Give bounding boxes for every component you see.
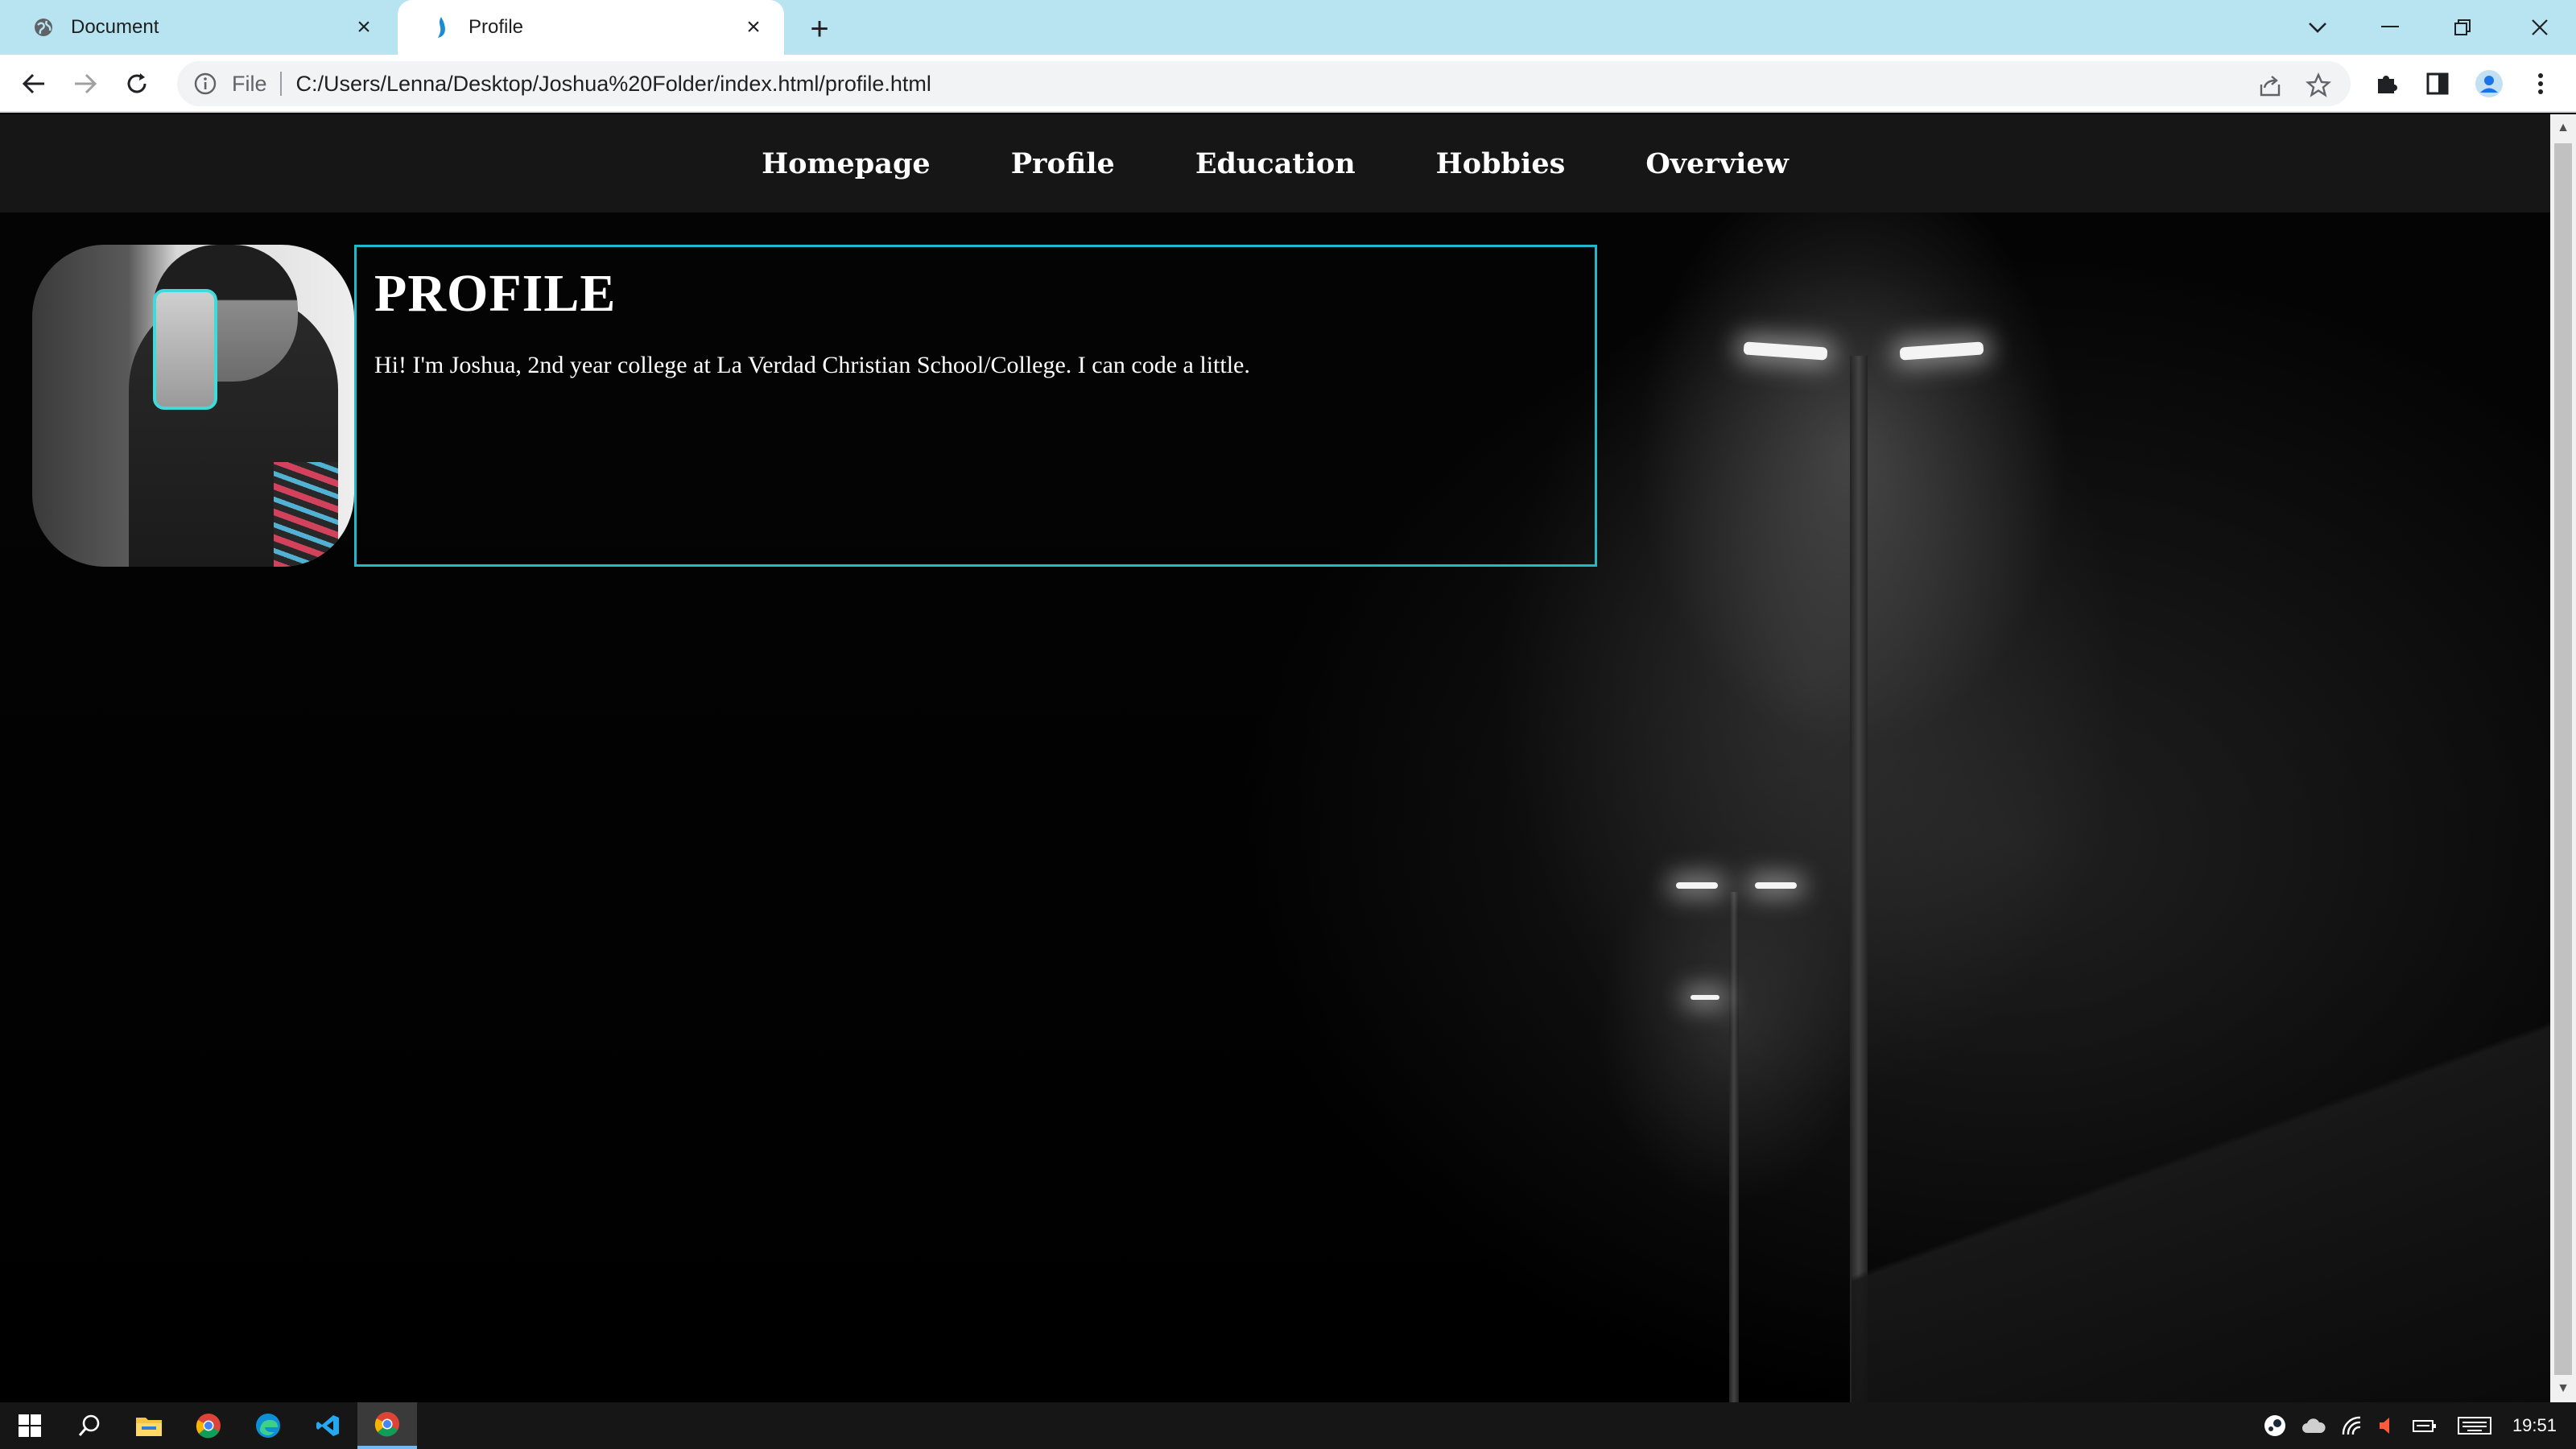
close-window-icon[interactable]	[2504, 0, 2576, 55]
nav-homepage[interactable]: Homepage	[762, 147, 931, 180]
profile-description: Hi! I'm Joshua, 2nd year college at La V…	[374, 352, 1250, 378]
photo-sleeve	[274, 462, 338, 567]
reload-icon[interactable]	[119, 66, 155, 101]
battery-icon[interactable]	[2407, 1402, 2442, 1449]
nav-overview[interactable]: Overview	[1645, 147, 1789, 180]
share-icon[interactable]	[2256, 71, 2285, 100]
volume-muted-icon[interactable]	[2370, 1402, 2405, 1449]
info-icon[interactable]	[193, 72, 217, 96]
back-arrow-icon[interactable]	[16, 66, 52, 101]
profile-card: PROFILE Hi! I'm Joshua, 2nd year college…	[354, 245, 1597, 567]
chrome-icon[interactable]	[179, 1402, 238, 1449]
steam-icon[interactable]	[2257, 1402, 2293, 1449]
lamp-light	[1743, 341, 1828, 361]
profile-heading: PROFILE	[374, 264, 617, 323]
lamp-pole-far	[1729, 892, 1739, 1402]
windows-start-icon[interactable]	[0, 1402, 60, 1449]
lamp-light	[1899, 341, 1984, 361]
edge-icon[interactable]	[238, 1402, 298, 1449]
network-icon[interactable]	[2334, 1402, 2370, 1449]
windows-taskbar: 19:51	[0, 1402, 2576, 1449]
bridge-railing	[1852, 1016, 2550, 1402]
tab-title: Document	[71, 16, 159, 38]
close-tab-icon[interactable]: ×	[741, 14, 766, 40]
menu-kebab-icon[interactable]	[2524, 68, 2557, 100]
lamp-light	[1676, 882, 1718, 889]
scroll-up-arrow-icon[interactable]: ▲	[2550, 114, 2576, 142]
search-icon[interactable]	[60, 1402, 119, 1449]
browser-toolbar: File C:/Users/Lenna/Desktop/Joshua%20Fol…	[0, 55, 2576, 113]
vertical-scrollbar[interactable]: ▲ ▼	[2550, 114, 2576, 1402]
profile-photo	[32, 245, 354, 567]
lamp-light	[1690, 995, 1719, 1000]
scroll-down-arrow-icon[interactable]: ▼	[2550, 1375, 2576, 1402]
scheme-label: File	[232, 71, 267, 96]
new-tab-icon[interactable]: +	[803, 11, 836, 47]
profile-avatar-icon[interactable]	[2473, 68, 2505, 100]
address-bar[interactable]: File C:/Users/Lenna/Desktop/Joshua%20Fol…	[177, 61, 2351, 106]
nav-profile[interactable]: Profile	[1011, 147, 1115, 180]
site-navbar: Homepage Profile Education Hobbies Overv…	[0, 114, 2550, 213]
extensions-puzzle-icon[interactable]	[2370, 68, 2402, 100]
nav-hobbies[interactable]: Hobbies	[1436, 147, 1566, 180]
cloud-icon[interactable]	[2296, 1402, 2331, 1449]
chrome-active-icon[interactable]	[357, 1402, 417, 1449]
keyboard-icon[interactable]	[2452, 1402, 2497, 1449]
photo-phone	[153, 289, 217, 410]
minimize-icon[interactable]	[2354, 0, 2426, 55]
bookmark-star-icon[interactable]	[2304, 71, 2333, 100]
scroll-thumb[interactable]	[2554, 143, 2572, 1375]
tab-strip: Document × Profile × +	[0, 0, 2576, 55]
tab-title: Profile	[469, 16, 524, 38]
restore-icon[interactable]	[2426, 0, 2499, 55]
tab-search-chevron-icon[interactable]	[2281, 0, 2354, 55]
address-separator	[279, 72, 282, 96]
flame-icon	[430, 16, 452, 39]
side-panel-icon[interactable]	[2421, 68, 2454, 100]
forward-arrow-icon[interactable]	[68, 66, 103, 101]
nav-education[interactable]: Education	[1195, 147, 1356, 180]
file-explorer-icon[interactable]	[119, 1402, 179, 1449]
page-viewport: Homepage Profile Education Hobbies Overv…	[0, 114, 2550, 1402]
tab-profile[interactable]: Profile ×	[398, 0, 784, 55]
close-tab-icon[interactable]: ×	[351, 14, 377, 40]
globe-icon	[32, 16, 55, 39]
lamp-light	[1755, 882, 1797, 889]
url-text[interactable]: C:/Users/Lenna/Desktop/Joshua%20Folder/i…	[296, 72, 931, 97]
tab-document[interactable]: Document ×	[0, 0, 394, 55]
vscode-icon[interactable]	[298, 1402, 357, 1449]
taskbar-clock[interactable]: 19:51	[2512, 1402, 2557, 1449]
